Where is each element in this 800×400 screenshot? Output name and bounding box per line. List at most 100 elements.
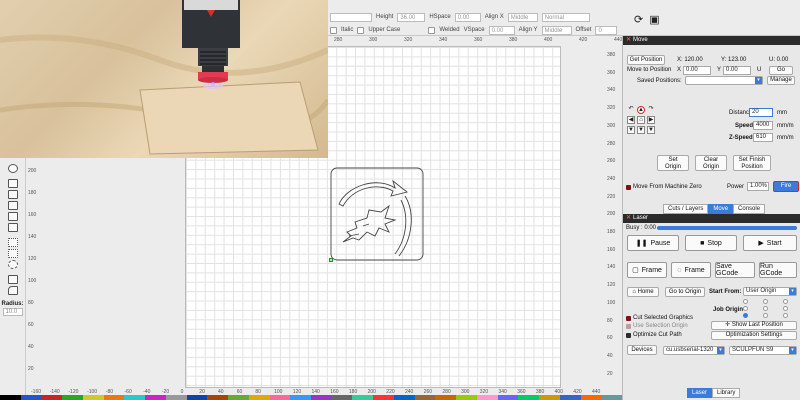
- palette-swatch[interactable]: [601, 395, 623, 400]
- offset-input[interactable]: 0: [595, 25, 618, 35]
- palette-swatch[interactable]: [103, 395, 125, 400]
- power-input[interactable]: 1.00%: [747, 182, 769, 191]
- tab-cuts-layers[interactable]: Cuts / Layers: [663, 204, 709, 214]
- move-x-input[interactable]: 0.00: [683, 66, 711, 75]
- camera-overlay[interactable]: [0, 0, 328, 158]
- close-icon[interactable]: ✕: [626, 214, 631, 223]
- tab-console[interactable]: Console: [733, 204, 766, 214]
- palette-swatch[interactable]: [207, 395, 229, 400]
- jog-up-icon[interactable]: ▲: [637, 106, 645, 114]
- pause-button[interactable]: ❚❚ Pause: [627, 235, 679, 251]
- cut-selected-checkbox[interactable]: [626, 316, 631, 321]
- job-origin-tl[interactable]: [743, 299, 748, 304]
- palette-swatch[interactable]: [145, 395, 166, 400]
- jog-down-icon[interactable]: ▼: [637, 126, 645, 134]
- home-icon[interactable]: ⌂: [637, 116, 645, 124]
- jog-down-right-icon[interactable]: ▼: [647, 126, 655, 134]
- fire-button[interactable]: Fire: [773, 181, 799, 192]
- vspace-input[interactable]: 0.00: [488, 25, 515, 35]
- job-origin-br[interactable]: [783, 313, 788, 318]
- hspace-input[interactable]: 0.00: [454, 12, 481, 22]
- palette-swatch[interactable]: [0, 395, 21, 400]
- optimization-settings-button[interactable]: Optimization Settings: [711, 331, 797, 340]
- job-origin-tc[interactable]: [763, 299, 768, 304]
- use-selection-origin-checkbox[interactable]: [626, 324, 631, 329]
- font-select[interactable]: [330, 12, 372, 22]
- job-origin-mr[interactable]: [783, 306, 788, 311]
- align-x-select[interactable]: Middle: [507, 12, 538, 22]
- palette-swatch[interactable]: [269, 395, 291, 400]
- saved-positions-select[interactable]: ▾: [685, 76, 763, 85]
- rotate-ccw-icon[interactable]: ↶: [627, 106, 635, 114]
- speed-input[interactable]: 4000: [753, 121, 773, 130]
- set-finish-position-button[interactable]: Set Finish Position: [733, 155, 771, 171]
- home-button[interactable]: ⌂ Home: [627, 287, 659, 297]
- italic-checkbox[interactable]: [330, 26, 337, 34]
- corner-radius-icon[interactable]: [7, 286, 18, 295]
- job-origin-bl[interactable]: [743, 313, 748, 318]
- move-from-zero-checkbox[interactable]: [626, 185, 631, 190]
- start-button[interactable]: ▶ Start: [743, 235, 797, 251]
- palette-swatch[interactable]: [62, 395, 83, 400]
- copy-tool-icon[interactable]: [7, 190, 18, 199]
- camera-icon[interactable]: ▣: [649, 13, 659, 26]
- palette-swatch[interactable]: [124, 395, 146, 400]
- distribute-tool-icon[interactable]: [7, 223, 18, 232]
- go-button[interactable]: Go: [769, 66, 793, 75]
- palette-swatch[interactable]: [228, 395, 249, 400]
- palette-swatch[interactable]: [352, 395, 374, 400]
- height-input[interactable]: 36.00: [397, 12, 426, 22]
- device-select[interactable]: SCULPFUN S9 ▾: [729, 346, 797, 355]
- palette-swatch[interactable]: [41, 395, 63, 400]
- job-origin-bc[interactable]: [763, 313, 768, 318]
- job-origin-tr[interactable]: [783, 299, 788, 304]
- font-style-select[interactable]: Normal: [541, 12, 590, 22]
- show-last-position-button[interactable]: ✛ Show Last Position: [711, 321, 797, 330]
- circular-array-icon[interactable]: [7, 260, 18, 269]
- tab-laser[interactable]: Laser: [687, 388, 713, 398]
- tab-library[interactable]: Library: [712, 388, 741, 398]
- palette-swatch[interactable]: [311, 395, 332, 400]
- save-gcode-button[interactable]: Save GCode: [715, 262, 755, 278]
- zspeed-input[interactable]: 610: [753, 133, 773, 142]
- distance-input[interactable]: 20: [749, 108, 773, 117]
- dot-array-icon[interactable]: [7, 249, 18, 258]
- radius-input[interactable]: 10.0: [2, 308, 23, 316]
- palette-swatch[interactable]: [476, 395, 498, 400]
- close-icon[interactable]: ✕: [626, 36, 631, 45]
- rotate-icon[interactable]: ⟳: [634, 13, 643, 26]
- rotate-cw-icon[interactable]: ↷: [647, 106, 655, 114]
- get-position-button[interactable]: Get Position: [627, 55, 665, 65]
- palette-swatch[interactable]: [435, 395, 457, 400]
- align-tool-icon[interactable]: [7, 212, 18, 221]
- circle-tool-icon[interactable]: [7, 164, 18, 173]
- move-y-input[interactable]: 0.00: [723, 66, 751, 75]
- jog-down-left-icon[interactable]: ▼: [627, 126, 635, 134]
- palette-swatch[interactable]: [248, 395, 270, 400]
- set-origin-button[interactable]: Set Origin: [657, 155, 689, 171]
- dragon-logo-graphic[interactable]: [329, 166, 425, 262]
- upper-case-checkbox[interactable]: [357, 26, 365, 34]
- palette-swatch[interactable]: [414, 395, 436, 400]
- tab-move[interactable]: Move: [708, 204, 734, 214]
- clear-origin-button[interactable]: Clear Origin: [695, 155, 727, 171]
- node-edit-icon[interactable]: [7, 275, 18, 284]
- optimize-cut-path-checkbox[interactable]: [626, 333, 631, 338]
- group-tool-icon[interactable]: [7, 201, 18, 210]
- port-select[interactable]: cu.usbserial-1320 ▾: [663, 346, 725, 355]
- manage-button[interactable]: Manage: [767, 76, 795, 85]
- palette-swatch[interactable]: [165, 395, 187, 400]
- devices-button[interactable]: Devices: [627, 345, 657, 355]
- palette-swatch[interactable]: [20, 395, 42, 400]
- jog-right-icon[interactable]: ▶: [647, 116, 655, 124]
- frame-rubberband-button[interactable]: ◌ Frame: [671, 262, 711, 278]
- palette-swatch[interactable]: [518, 395, 540, 400]
- align-y-select[interactable]: Middle: [541, 25, 572, 35]
- rectangle-tool-icon[interactable]: [7, 179, 18, 188]
- palette-swatch[interactable]: [393, 395, 415, 400]
- layer-color-palette[interactable]: [0, 395, 623, 400]
- palette-swatch[interactable]: [580, 395, 602, 400]
- palette-swatch[interactable]: [290, 395, 312, 400]
- palette-swatch[interactable]: [559, 395, 581, 400]
- palette-swatch[interactable]: [497, 395, 519, 400]
